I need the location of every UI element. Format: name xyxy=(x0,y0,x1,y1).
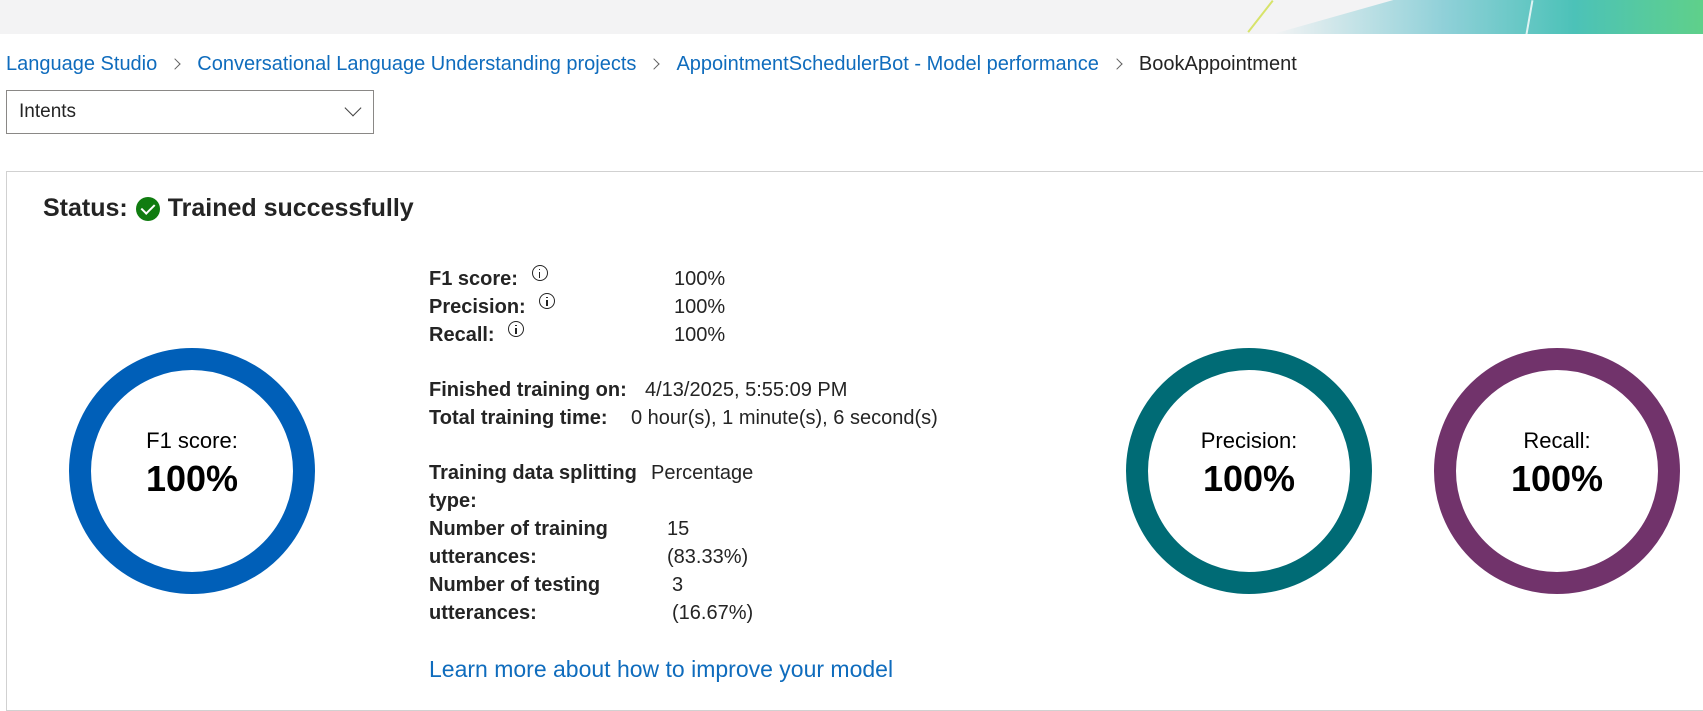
recall-row: Recall: xyxy=(429,321,525,347)
f1-score-row: F1 score: xyxy=(429,265,548,291)
precision-label: Precision: xyxy=(429,296,526,318)
banner-gradient-decoration xyxy=(1273,0,1703,34)
status-label: Status: xyxy=(43,194,128,222)
chevron-right-icon xyxy=(1113,59,1123,69)
donut-value: 100% xyxy=(1510,458,1604,499)
split-type-label: Training data splitting xyxy=(429,462,637,484)
f1-score-label: F1 score: xyxy=(429,268,518,290)
checkmark-circle-icon xyxy=(135,196,160,221)
view-type-dropdown[interactable]: Intents xyxy=(6,90,374,134)
donut-label: F1 score: xyxy=(146,428,238,453)
recall-label: Recall: xyxy=(429,324,495,346)
training-time-label: Total training time: xyxy=(429,407,608,429)
chevron-right-icon xyxy=(171,59,181,69)
f1-score-donut: F1 score: 100% xyxy=(69,348,315,594)
donut-label: Recall: xyxy=(1523,428,1591,453)
testing-utterances-label: Number of testing xyxy=(429,574,601,596)
chevron-right-icon xyxy=(650,59,660,69)
testing-utterances-count: 3 xyxy=(672,574,684,596)
precision-donut: Precision: 100% xyxy=(1126,348,1372,594)
training-time-value: 0 hour(s), 1 minute(s), 6 second(s) xyxy=(631,407,938,429)
banner-line-decoration xyxy=(1247,0,1274,33)
finished-training-label: Finished training on: xyxy=(429,379,627,401)
recall-value: 100% xyxy=(674,324,726,346)
precision-row: Precision: xyxy=(429,293,556,319)
status-value: Trained successfully xyxy=(167,194,414,222)
donut-value: 100% xyxy=(145,458,239,499)
breadcrumb: Language Studio Conversational Language … xyxy=(6,50,1297,78)
finished-training-value: 4/13/2025, 5:55:09 PM xyxy=(645,379,848,401)
donut-label: Precision: xyxy=(1200,428,1298,453)
testing-utterances-percent: (16.67%) xyxy=(672,602,754,624)
breadcrumb-current: BookAppointment xyxy=(1138,52,1297,75)
training-utterances-label-cont: utterances: xyxy=(429,546,537,568)
training-utterances-label: Number of training xyxy=(429,518,608,540)
breadcrumb-language-studio[interactable]: Language Studio xyxy=(6,53,157,76)
split-type-value: Percentage xyxy=(651,462,754,484)
f1-score-value: 100% xyxy=(674,268,726,290)
training-status: Status: Trained successfully xyxy=(43,194,414,223)
recall-donut: Recall: 100% xyxy=(1434,348,1680,594)
breadcrumb-clu-projects[interactable]: Conversational Language Understanding pr… xyxy=(197,53,636,76)
breadcrumb-model-performance[interactable]: AppointmentSchedulerBot - Model performa… xyxy=(676,53,1098,76)
info-icon[interactable] xyxy=(539,293,556,309)
donut-value: 100% xyxy=(1202,458,1296,499)
top-banner xyxy=(0,0,1703,34)
split-type-label-cont: type: xyxy=(429,490,477,512)
dropdown-selected-value: Intents xyxy=(19,101,77,122)
chevron-down-icon xyxy=(344,99,362,117)
learn-more-link[interactable]: Learn more about how to improve your mod… xyxy=(429,656,893,683)
training-utterances-percent: (83.33%) xyxy=(667,546,749,568)
info-icon[interactable] xyxy=(531,265,548,281)
info-icon[interactable] xyxy=(508,321,525,337)
precision-value: 100% xyxy=(674,296,726,318)
training-utterances-count: 15 xyxy=(667,518,690,540)
testing-utterances-label-cont: utterances: xyxy=(429,602,537,624)
